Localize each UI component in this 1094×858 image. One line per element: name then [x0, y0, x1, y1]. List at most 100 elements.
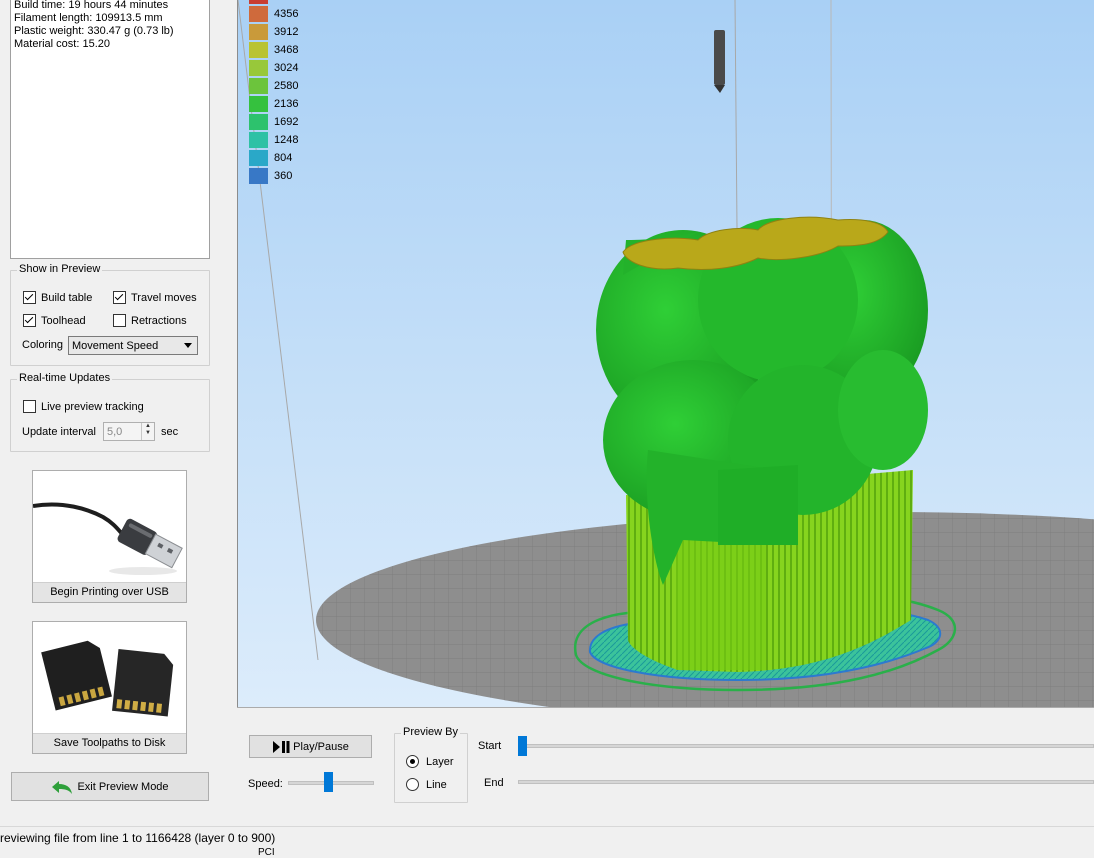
plastic-weight-text: Plastic weight: 330.47 g (0.73 lb): [14, 25, 174, 37]
legend-row: 804: [249, 149, 292, 167]
legend-swatch: [249, 60, 268, 76]
coloring-label: Coloring: [22, 339, 63, 351]
disk-button-label: Save Toolpaths to Disk: [33, 733, 186, 753]
3d-preview-viewport[interactable]: 4800 4356 3912 3468 3024 2580 2136 1692 1248 804 3…: [237, 0, 1094, 707]
show-in-preview-group: Show in Preview Build table Travel moves…: [10, 263, 210, 366]
play-pause-icon: [273, 740, 290, 753]
status-text: reviewing file from line 1 to 1166428 (l…: [0, 831, 276, 845]
back-arrow-icon: [52, 780, 73, 794]
material-cost-text: Material cost: 15.20: [14, 38, 110, 50]
build-table-checkbox[interactable]: Build table: [23, 291, 92, 304]
retractions-checkbox[interactable]: Retractions: [113, 314, 187, 327]
legend-value: 2580: [274, 80, 299, 92]
legend-swatch: [249, 96, 268, 112]
legend-value: 360: [274, 170, 293, 182]
line-radio-label: Line: [426, 778, 447, 791]
legend-swatch: [249, 0, 268, 4]
chevron-down-icon: [184, 343, 192, 348]
legend-value: 3024: [274, 62, 299, 74]
toolhead-label: Toolhead: [41, 314, 86, 327]
toolhead-checkbox[interactable]: Toolhead: [23, 314, 86, 327]
preview-by-title: Preview By: [401, 726, 461, 738]
build-table-label: Build table: [41, 291, 93, 304]
legend-value: 1692: [274, 116, 299, 128]
build-time-text: Build time: 19 hours 44 minutes: [14, 0, 169, 11]
left-panel: Build time: 19 hours 44 minutes Filament…: [0, 0, 237, 826]
retractions-label: Retractions: [131, 314, 187, 327]
travel-moves-checkbox[interactable]: Travel moves: [113, 291, 197, 304]
preview-by-group: Preview By Layer Line: [394, 726, 468, 803]
live-preview-check-icon: [23, 400, 36, 413]
playback-controls: Play/Pause Speed: Preview By Layer Line …: [237, 707, 1094, 827]
preview-by-line-radio[interactable]: Line: [406, 778, 447, 791]
live-preview-label: Live preview tracking: [41, 400, 144, 413]
legend-swatch: [249, 78, 268, 94]
begin-printing-usb-button[interactable]: Begin Printing over USB: [32, 470, 187, 603]
legend-swatch: [249, 150, 268, 166]
legend-value: 3468: [274, 44, 299, 56]
start-label: Start: [478, 740, 502, 752]
usb-cable-icon: [32, 502, 183, 575]
legend-swatch: [249, 132, 268, 148]
spin-arrows-icon[interactable]: ▲ ▼: [141, 423, 154, 440]
retractions-check-icon: [113, 314, 126, 327]
legend-row: 3912: [249, 23, 298, 41]
legend-swatch: [249, 24, 268, 40]
legend-value: 4356: [274, 8, 299, 20]
update-interval-spinbox[interactable]: 5,0 ▲ ▼: [103, 422, 155, 441]
realtime-updates-group: Real-time Updates Live preview tracking …: [10, 372, 210, 452]
legend-swatch: [249, 6, 268, 22]
legend-swatch: [249, 114, 268, 130]
legend-value: 804: [274, 152, 293, 164]
coloring-dropdown[interactable]: Movement Speed: [68, 336, 198, 355]
exit-preview-label: Exit Preview Mode: [77, 780, 169, 793]
update-interval-label: Update interval: [22, 426, 96, 438]
legend-swatch: [249, 42, 268, 58]
sd-card-icon: [41, 640, 174, 717]
preview-by-layer-radio[interactable]: Layer: [406, 755, 454, 768]
play-pause-button[interactable]: Play/Pause: [249, 735, 372, 758]
legend-row: 1248: [249, 131, 298, 149]
update-interval-value: 5,0: [107, 425, 123, 438]
build-table-check-icon: [23, 291, 36, 304]
speed-slider-thumb[interactable]: [324, 772, 333, 792]
status-bar: reviewing file from line 1 to 1166428 (l…: [0, 826, 1094, 858]
legend-value: 3912: [274, 26, 299, 38]
coloring-value: Movement Speed: [72, 339, 159, 352]
travel-moves-label: Travel moves: [131, 291, 197, 304]
legend-row: 1692: [249, 113, 298, 131]
end-label: End: [484, 777, 504, 789]
legend-row: 3468: [249, 41, 298, 59]
legend-swatch: [249, 168, 268, 184]
show-in-preview-title: Show in Preview: [17, 263, 103, 275]
play-pause-label: Play/Pause: [293, 740, 349, 753]
start-slider-thumb[interactable]: [518, 736, 527, 756]
toolhead-nozzle: [714, 30, 725, 93]
status-fragment: PCI: [258, 847, 275, 858]
toolhead-check-icon: [23, 314, 36, 327]
filament-length-text: Filament length: 109913.5 mm: [14, 12, 163, 24]
update-interval-unit: sec: [161, 426, 179, 438]
realtime-updates-title: Real-time Updates: [17, 372, 113, 384]
line-radio-icon: [406, 778, 419, 791]
layer-radio-icon: [406, 755, 419, 768]
travel-moves-check-icon: [113, 291, 126, 304]
exit-preview-mode-button[interactable]: Exit Preview Mode: [11, 772, 209, 801]
legend-row: 2136: [249, 95, 298, 113]
print-preview-scene: [238, 0, 1094, 707]
layer-radio-label: Layer: [426, 755, 454, 768]
speed-label: Speed:: [248, 778, 283, 790]
end-slider-track[interactable]: [518, 780, 1094, 784]
usb-button-label: Begin Printing over USB: [33, 582, 186, 602]
save-toolpaths-disk-button[interactable]: Save Toolpaths to Disk: [32, 621, 187, 754]
legend-value: 4800: [274, 0, 298, 2]
legend-row: 4356: [249, 5, 298, 23]
legend-row: 360: [249, 167, 292, 185]
legend-value: 2136: [274, 98, 299, 110]
legend-row: 2580: [249, 77, 298, 95]
live-preview-checkbox[interactable]: Live preview tracking: [23, 400, 144, 413]
print-statistics-box: Build time: 19 hours 44 minutes Filament…: [10, 0, 210, 259]
legend-value: 1248: [274, 134, 299, 146]
start-slider-track[interactable]: [518, 744, 1094, 748]
legend-row: 3024: [249, 59, 298, 77]
